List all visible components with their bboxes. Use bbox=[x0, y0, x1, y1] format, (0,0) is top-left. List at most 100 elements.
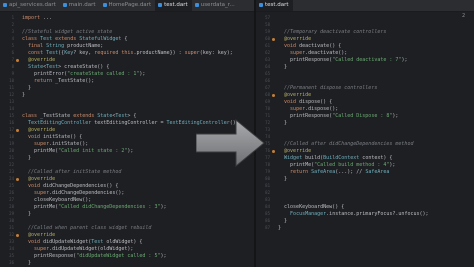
code-line[interactable]: printResponse("Called deactivate : 7"); bbox=[278, 57, 407, 63]
code-line[interactable]: @override bbox=[278, 92, 311, 98]
code-line[interactable]: void didChangeDependencies() { bbox=[22, 183, 118, 189]
code-line[interactable]: FocusManager.instance.primaryFocus?.unfo… bbox=[278, 211, 428, 217]
line-number: 32 bbox=[9, 232, 14, 237]
line-number: 60 bbox=[265, 36, 270, 41]
code-line[interactable]: super.didUpdateWidget(oldWidget); bbox=[22, 246, 133, 252]
line-number: 70 bbox=[265, 106, 270, 111]
override-gutter-icon[interactable] bbox=[272, 94, 275, 97]
tab-homepage-dart[interactable]: HomePage.dart bbox=[100, 0, 156, 11]
code-line[interactable]: super.initState(); bbox=[22, 141, 88, 147]
tab-label: userdata_r... bbox=[200, 2, 235, 8]
code-line[interactable]: const Test({Key? key, required this.prod… bbox=[22, 50, 233, 56]
code-line[interactable]: final String productName; bbox=[22, 43, 103, 49]
override-gutter-icon[interactable] bbox=[16, 129, 19, 132]
code-line[interactable]: class Test extends StatefulWidget { bbox=[22, 36, 127, 42]
code-line[interactable]: //Called when parent class widget rebuil… bbox=[22, 225, 151, 231]
code-line[interactable]: import ... bbox=[22, 15, 52, 21]
code-line[interactable]: } bbox=[278, 218, 287, 224]
code-line[interactable]: @override bbox=[22, 57, 55, 63]
code-line[interactable]: void deactivate() { bbox=[278, 43, 341, 49]
tab-main-dart[interactable]: main.dart bbox=[60, 0, 100, 11]
line-number: 26 bbox=[9, 190, 14, 195]
line-number: 13 bbox=[9, 99, 14, 104]
line-number: 18 bbox=[9, 134, 14, 139]
code-line[interactable]: closeKeyboardNew(); bbox=[22, 197, 91, 203]
line-number: 11 bbox=[9, 85, 14, 90]
code-line[interactable]: } bbox=[22, 260, 31, 266]
code-line[interactable]: } bbox=[278, 120, 287, 126]
code-line[interactable]: //Called after didChangeDependencies met… bbox=[278, 141, 413, 147]
code-line[interactable]: @override bbox=[278, 36, 311, 42]
override-gutter-icon[interactable] bbox=[16, 178, 19, 181]
line-number: 69 bbox=[265, 99, 270, 104]
code-line[interactable]: @override bbox=[22, 127, 55, 133]
line-number: 34 bbox=[9, 246, 14, 251]
code-line[interactable]: @override bbox=[22, 176, 55, 182]
editor-tab-bar: api_services.dart main.dart HomePage.dart t… bbox=[0, 0, 474, 12]
tab-label: test.dart bbox=[265, 2, 289, 8]
line-number: 30 bbox=[9, 218, 14, 223]
right-tab-strip: test.dart bbox=[256, 0, 474, 11]
code-line[interactable]: class _TestState extends State<Test> { bbox=[22, 113, 136, 119]
code-line[interactable]: void initState() { bbox=[22, 134, 82, 140]
code-line[interactable]: } bbox=[22, 211, 31, 217]
tab-label: test.dart bbox=[164, 2, 188, 8]
code-line[interactable]: printMe("Called init state : 2"); bbox=[22, 148, 133, 154]
code-line[interactable]: return _TestState(); bbox=[22, 78, 94, 84]
line-number: 29 bbox=[9, 211, 14, 216]
code-line[interactable]: printResponse("didUpdateWidget called : … bbox=[22, 253, 166, 259]
line-number: 63 bbox=[265, 57, 270, 62]
code-line[interactable]: void dispose() { bbox=[278, 99, 332, 105]
line-number: 25 bbox=[9, 183, 14, 188]
code-line[interactable]: State<Test> createState() { bbox=[22, 64, 109, 70]
line-number: 3 bbox=[11, 29, 14, 34]
line-number: 67 bbox=[265, 85, 270, 90]
code-line[interactable]: //Called after initState method bbox=[22, 169, 121, 175]
tab-test-dart[interactable]: test.dart bbox=[155, 0, 192, 11]
line-number: 62 bbox=[265, 50, 270, 55]
code-line[interactable]: printResponse("Called Dispose : 8"); bbox=[278, 113, 398, 119]
code-line[interactable]: } bbox=[22, 155, 31, 161]
line-number: 19 bbox=[9, 141, 14, 146]
code-line[interactable]: //Temporary deactivate controllers bbox=[278, 29, 386, 35]
code-line[interactable]: void didUpdateWidget(Test oldWidget) { bbox=[22, 239, 142, 245]
line-number: 33 bbox=[9, 239, 14, 244]
code-line[interactable]: printMe("Called didChangeDependencies : … bbox=[22, 204, 166, 210]
code-line[interactable]: } bbox=[278, 225, 281, 231]
code-line[interactable]: super.deactivate(); bbox=[278, 50, 347, 56]
tab-api-services-dart[interactable]: api_services.dart bbox=[0, 0, 60, 11]
code-line[interactable]: } bbox=[278, 64, 287, 70]
code-line[interactable]: } bbox=[278, 176, 287, 182]
code-line[interactable]: super.didChangeDependencies(); bbox=[22, 190, 124, 196]
code-line[interactable]: //Stateful widget active state bbox=[22, 29, 112, 35]
tab-userdata-r-[interactable]: userdata_r... bbox=[192, 0, 239, 11]
code-line[interactable]: @override bbox=[278, 148, 311, 154]
code-line[interactable]: @override bbox=[22, 232, 55, 238]
line-number: 31 bbox=[9, 225, 14, 230]
line-number: 17 bbox=[9, 127, 14, 132]
tab-test-dart[interactable]: test.dart bbox=[256, 0, 293, 11]
right-editor-pane[interactable]: 57 58 59 60 61 62 63 64 65 66 67 68 69 70 71 72 73 74 75 76… bbox=[256, 12, 474, 267]
code-line[interactable]: } bbox=[22, 85, 31, 91]
code-line[interactable]: printMe("Called build method : 4"); bbox=[278, 162, 395, 168]
code-line[interactable]: Widget build(BuildContext context) { bbox=[278, 155, 392, 161]
line-number: 1 bbox=[11, 15, 14, 20]
dart-file-icon bbox=[62, 2, 67, 7]
code-line[interactable]: } bbox=[22, 92, 25, 98]
line-number: 12 bbox=[9, 92, 14, 97]
override-gutter-icon[interactable] bbox=[16, 59, 19, 62]
code-line[interactable]: closeKeyboardNew() { bbox=[278, 204, 344, 210]
code-line[interactable]: return SafeArea(...); // SafeArea bbox=[278, 169, 389, 175]
code-line[interactable]: printError("createState called : 1"); bbox=[22, 71, 145, 77]
line-number: 14 bbox=[9, 106, 14, 111]
line-number: 8 bbox=[11, 64, 14, 69]
line-number: 22 bbox=[9, 162, 14, 167]
line-number: 65 bbox=[265, 71, 270, 76]
code-line[interactable]: //Permanent dispose controllers bbox=[278, 85, 377, 91]
line-number: 84 bbox=[265, 204, 270, 209]
arrow-right-icon bbox=[196, 118, 265, 168]
override-gutter-icon[interactable] bbox=[16, 234, 19, 237]
override-gutter-icon[interactable] bbox=[272, 150, 275, 153]
code-line[interactable]: super.dispose(); bbox=[278, 106, 338, 112]
override-gutter-icon[interactable] bbox=[272, 38, 275, 41]
